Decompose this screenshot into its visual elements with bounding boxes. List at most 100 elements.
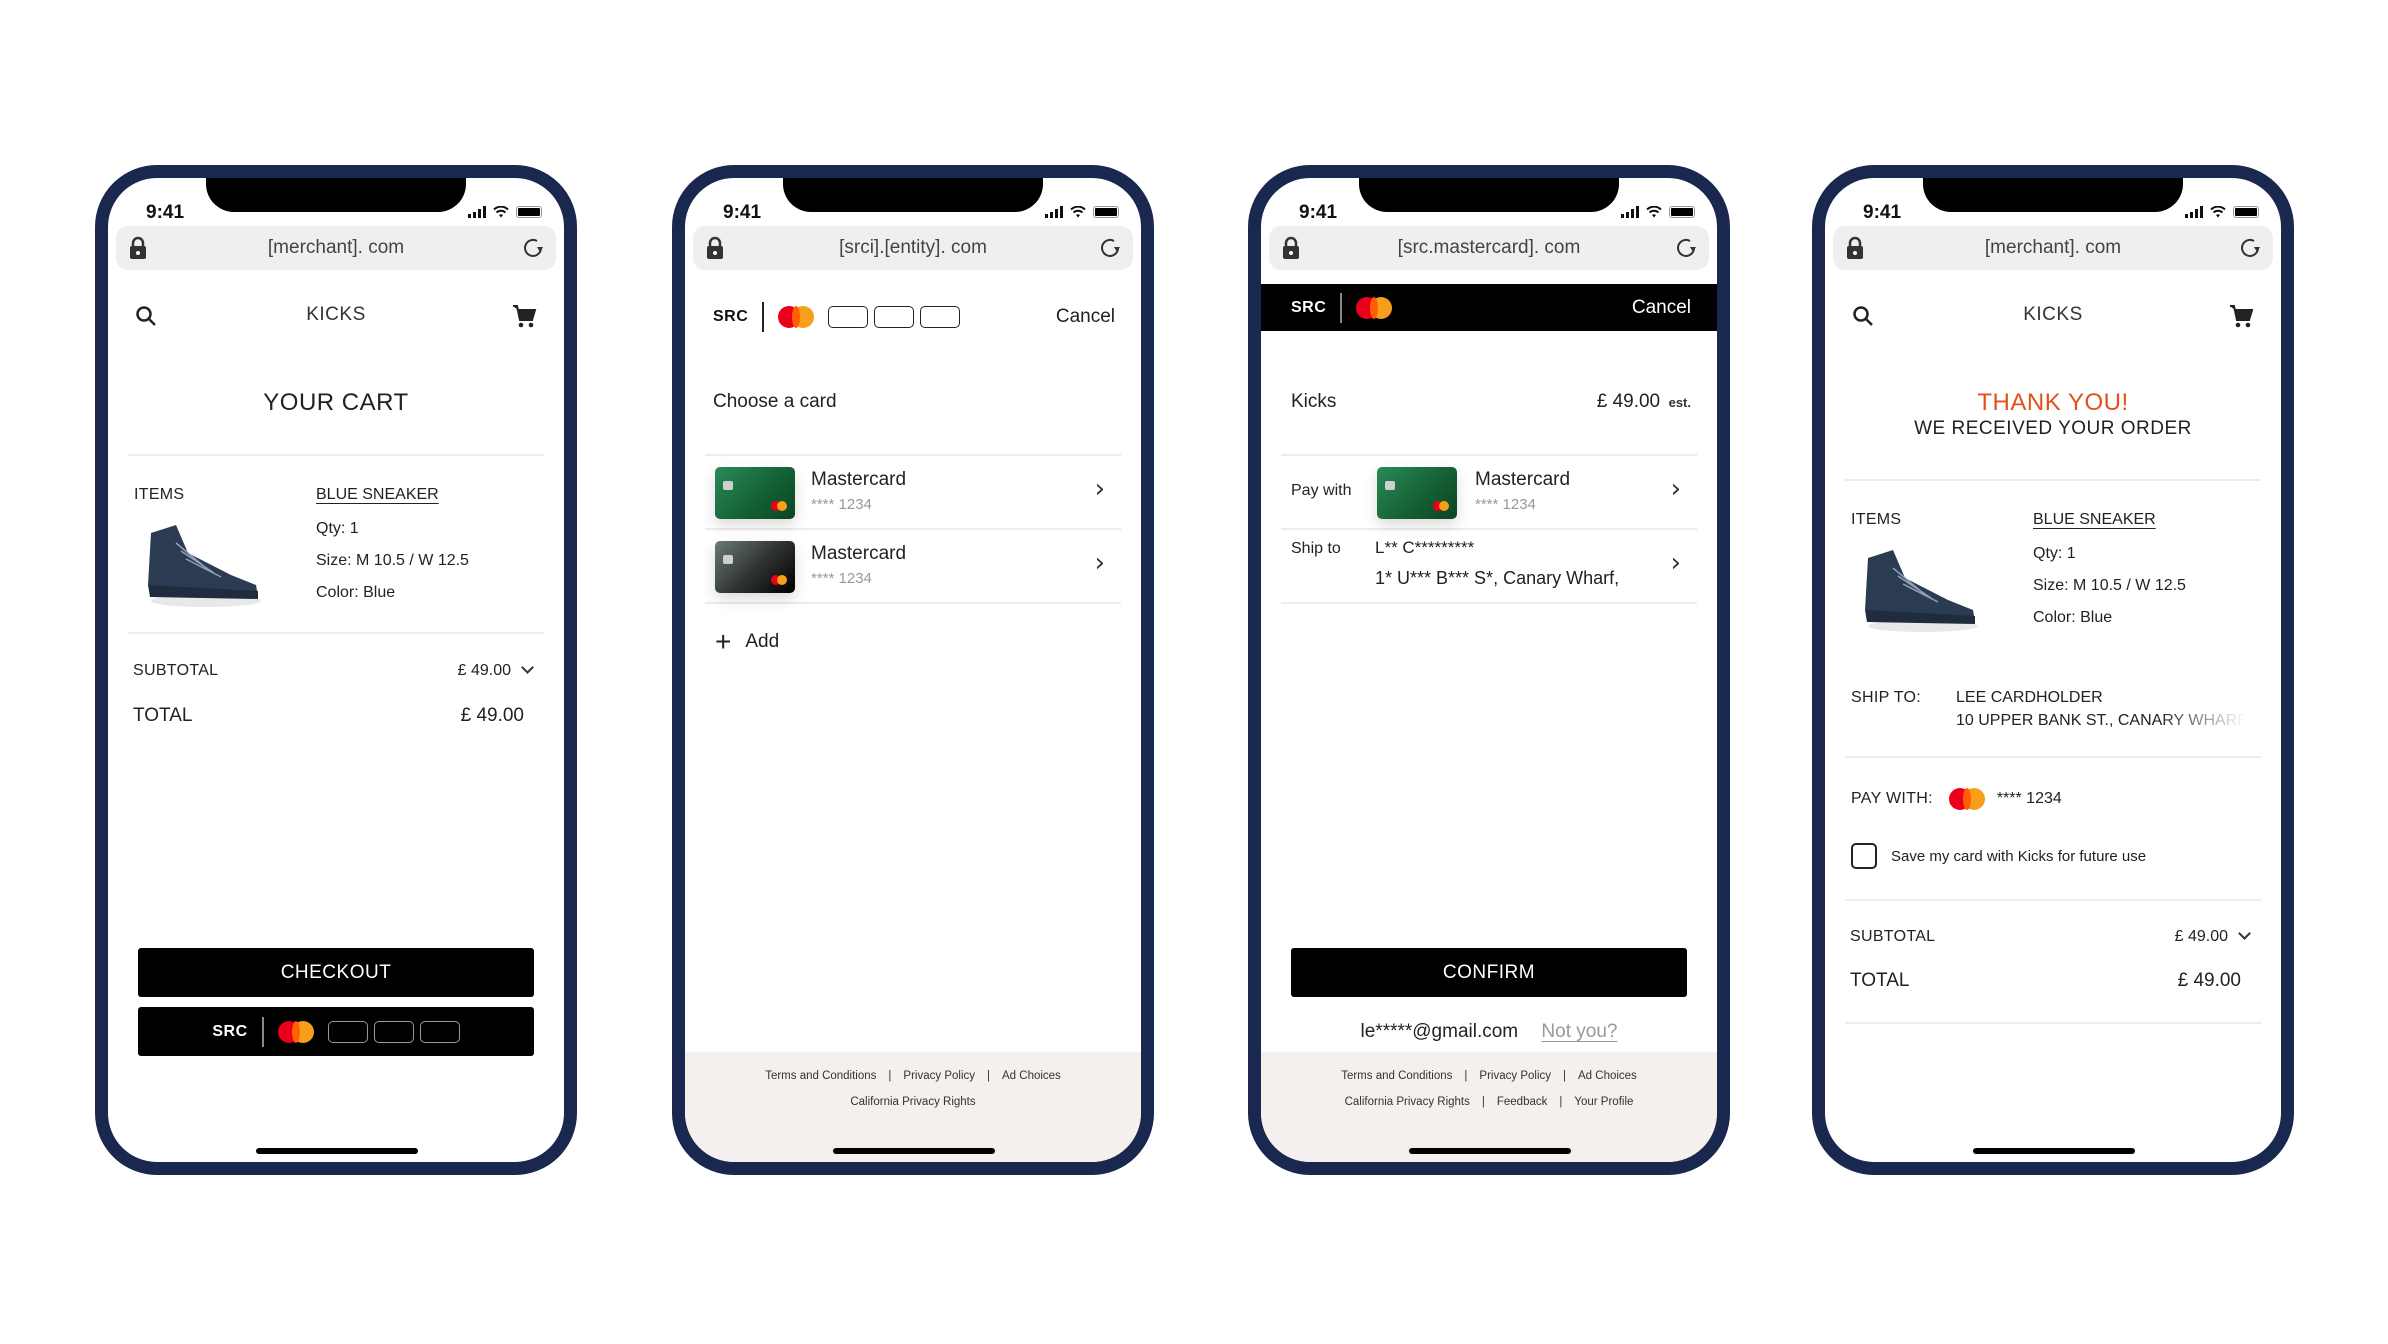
src-label: SRC: [212, 1022, 248, 1040]
card-network-placeholder-icon: [920, 306, 961, 328]
separator: [261, 1016, 264, 1047]
footer: Terms and Conditions | Privacy Policy | Ad C…: [1261, 1052, 1717, 1162]
save-card-label: Save my card with Kicks for future use: [1891, 847, 2147, 865]
wifi-icon: [1646, 206, 1662, 218]
wifi-icon: [2210, 206, 2226, 218]
url-bar[interactable]: [srci].[entity]. com: [693, 226, 1133, 270]
wifi-icon: [493, 206, 509, 218]
footer-link-profile[interactable]: Your Profile: [1574, 1096, 1633, 1108]
footer-links-row: California Privacy Rights: [685, 1096, 1141, 1108]
footer-link-feedback[interactable]: Feedback: [1497, 1096, 1548, 1108]
add-card-label: Add: [745, 631, 780, 652]
product-name-link[interactable]: BLUE SNEAKER: [316, 486, 439, 504]
src-checkout-button[interactable]: SRC: [138, 1007, 534, 1056]
chevron-right-icon: ›: [1094, 548, 1105, 578]
url-bar[interactable]: [src.mastercard]. com: [1269, 226, 1709, 270]
footer-link-privacy[interactable]: Privacy Policy: [1479, 1070, 1551, 1082]
signal-icon: [468, 206, 486, 218]
footer-link-privacy[interactable]: Privacy Policy: [903, 1070, 975, 1082]
thank-you-heading: THANK YOU!: [1977, 389, 2129, 416]
footer: Terms and Conditions | Privacy Policy | Ad C…: [685, 1052, 1141, 1162]
amount: £ 49.00: [1596, 391, 1661, 412]
not-you-link[interactable]: Not you?: [1541, 1021, 1617, 1042]
total-row: TOTAL £ 49.00: [1850, 970, 2241, 992]
home-indicator: [1409, 1148, 1571, 1154]
divider: [128, 632, 544, 634]
sneaker-image: [1865, 550, 1978, 632]
product-color: Color: Blue: [2033, 609, 2113, 626]
cart-icon[interactable]: [510, 302, 538, 330]
battery-icon: [1669, 206, 1695, 218]
card-name: Mastercard: [811, 469, 907, 490]
add-card-button[interactable]: + Add: [715, 628, 779, 656]
total-row: TOTAL £ 49.00: [133, 705, 524, 727]
card-option[interactable]: Mastercard **** 1234 ›: [705, 456, 1121, 530]
url-text: [src.mastercard]. com: [1397, 237, 1581, 258]
cart-icon[interactable]: [2227, 302, 2255, 330]
subtotal-value: £ 49.00: [2174, 928, 2228, 945]
product-qty: Qty: 1: [316, 520, 359, 537]
ship-to-label: Ship to: [1291, 540, 1341, 557]
src-header: SRC Cancel: [1261, 284, 1717, 331]
checkout-button[interactable]: CHECKOUT: [138, 948, 534, 997]
src-label: SRC: [713, 308, 749, 325]
status-icons: [468, 206, 542, 218]
card-network-placeholder-icon: [373, 1020, 414, 1043]
chevron-down-icon[interactable]: [521, 661, 534, 674]
cancel-link[interactable]: Cancel: [1056, 306, 1115, 328]
card-thumbnail: [715, 467, 795, 519]
subtotal-value: £ 49.00: [457, 662, 511, 679]
footer-links-row: California Privacy Rights | Feedback | Your …: [1344, 1096, 1634, 1108]
card-option[interactable]: Mastercard **** 1234 ›: [705, 530, 1121, 604]
footer-link-california[interactable]: California Privacy Rights: [1345, 1096, 1470, 1108]
footer-link-ad-choices[interactable]: Ad Choices: [1578, 1070, 1637, 1082]
subtotal-label: SUBTOTAL: [1850, 928, 1936, 945]
url-bar[interactable]: [merchant]. com: [1833, 226, 2273, 270]
chevron-right-icon: ›: [1670, 474, 1681, 504]
status-time: 9:41: [146, 202, 185, 223]
save-card-checkbox[interactable]: [1851, 843, 1877, 869]
reload-icon[interactable]: [1097, 235, 1123, 261]
footer-link-terms[interactable]: Terms and Conditions: [765, 1070, 876, 1082]
mastercard-logo-icon: [1356, 296, 1393, 319]
phone-confirm: 9:41 [src.mastercard]. com SRC Cancel Ki…: [1248, 165, 1730, 1175]
ship-name: LEE CARDHOLDER: [1956, 689, 2103, 706]
phone-choose-card: 9:41 [srci].[entity]. com SRC Cancel Cho…: [672, 165, 1154, 1175]
url-bar[interactable]: [merchant]. com: [116, 226, 556, 270]
reload-icon[interactable]: [520, 235, 546, 261]
subtotal-row[interactable]: SUBTOTAL £ 49.00: [133, 661, 534, 680]
product-qty: Qty: 1: [2033, 545, 2076, 562]
divider: [1845, 756, 2261, 758]
footer-link-terms[interactable]: Terms and Conditions: [1341, 1070, 1452, 1082]
status-icons: [2185, 206, 2259, 218]
product-size: Size: M 10.5 / W 12.5: [2033, 577, 2186, 594]
save-card-option[interactable]: Save my card with Kicks for future use: [1851, 843, 2146, 869]
cancel-link[interactable]: Cancel: [1632, 297, 1691, 319]
total-label: TOTAL: [1850, 970, 1910, 991]
ship-name: L** C*********: [1375, 538, 1475, 557]
divider: [128, 454, 544, 456]
chevron-down-icon[interactable]: [2238, 927, 2251, 940]
subtotal-row[interactable]: SUBTOTAL £ 49.00: [1850, 927, 2251, 946]
ship-to-row[interactable]: Ship to L** C********* 1* U*** B*** S*, …: [1281, 530, 1697, 604]
pay-with-label: Pay with: [1291, 482, 1352, 499]
ship-to-label: SHIP TO:: [1851, 689, 1921, 706]
divider: [1845, 479, 2261, 481]
product-color: Color: Blue: [316, 584, 396, 601]
footer-link-ad-choices[interactable]: Ad Choices: [1002, 1070, 1061, 1082]
url-text: [merchant]. com: [1984, 237, 2122, 258]
pay-with-label: PAY WITH:: [1851, 790, 1933, 807]
reload-icon[interactable]: [2237, 235, 2263, 261]
confirm-button[interactable]: CONFIRM: [1291, 948, 1687, 997]
items-label: ITEMS: [134, 486, 185, 503]
divider: [1845, 899, 2261, 901]
battery-icon: [516, 206, 542, 218]
pay-with-row[interactable]: Pay with Mastercard **** 1234 ›: [1281, 456, 1697, 530]
product-name-link[interactable]: BLUE SNEAKER: [2033, 511, 2156, 529]
separator: [762, 302, 765, 332]
ship-address: 1* U*** B*** S*, Canary Wharf,: [1375, 568, 1620, 588]
footer-link-california[interactable]: California Privacy Rights: [850, 1096, 975, 1108]
signal-icon: [1621, 206, 1639, 218]
reload-icon[interactable]: [1673, 235, 1699, 261]
card-network-placeholder-icon: [327, 1020, 368, 1043]
